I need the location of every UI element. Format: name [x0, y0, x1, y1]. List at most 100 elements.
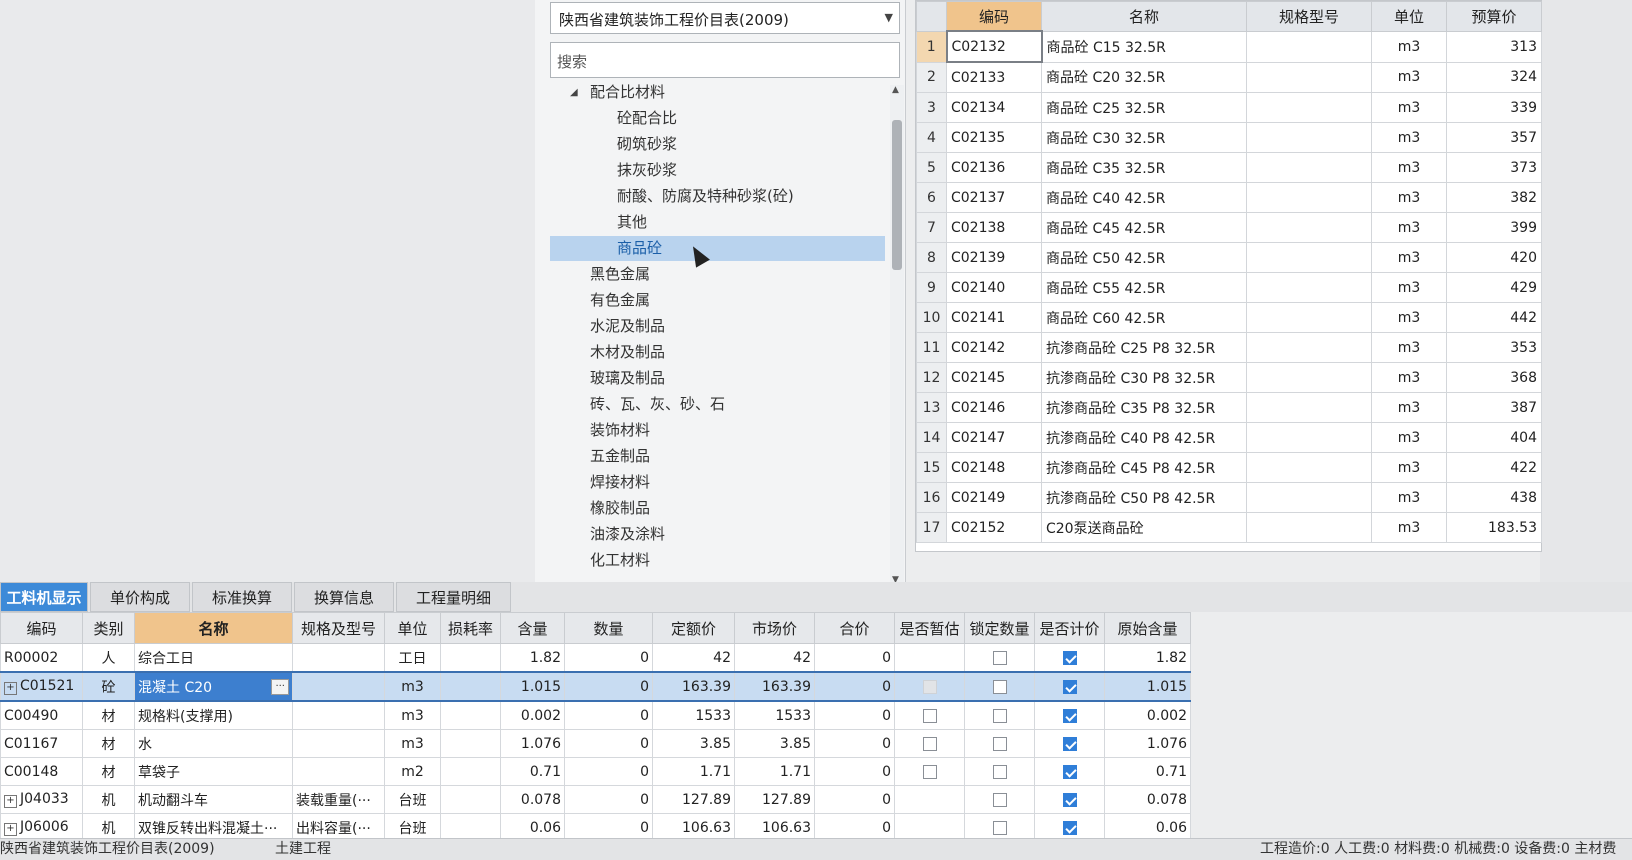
- orig-content-cell[interactable]: 1.82: [1104, 643, 1191, 673]
- row-number[interactable]: 14: [916, 422, 947, 453]
- expand-icon[interactable]: +: [4, 795, 17, 808]
- total-cell[interactable]: 0: [814, 785, 895, 814]
- library-select[interactable]: 陕西省建筑装饰工程价目表(2009) ▼: [550, 2, 900, 34]
- type-cell[interactable]: 人: [82, 643, 135, 673]
- resource-row[interactable]: + J04033 机 机动翻斗车 装载重量(··· 台班 0.078 0 127.89 127.8…: [0, 785, 1191, 814]
- qty-cell[interactable]: 0: [564, 671, 653, 702]
- row-number[interactable]: 1: [916, 30, 947, 63]
- qty-cell[interactable]: 0: [564, 785, 653, 814]
- chevron-down-icon[interactable]: ▼: [885, 11, 893, 24]
- unit-cell[interactable]: m3: [1371, 452, 1447, 483]
- unit-cell[interactable]: m3: [1371, 92, 1447, 123]
- lock-quantity-checkbox[interactable]: [992, 650, 1007, 665]
- price-table-row[interactable]: 5 C02136 商品砼 C35 32.5R m3 373: [916, 152, 1542, 183]
- lock-cell[interactable]: [964, 671, 1035, 702]
- name-cell[interactable]: 抗渗商品砼 C30 P8 32.5R: [1041, 362, 1247, 393]
- code-cell[interactable]: C02136: [946, 152, 1042, 183]
- name-cell[interactable]: 抗渗商品砼 C35 P8 32.5R: [1041, 392, 1247, 423]
- spec-cell[interactable]: [1246, 482, 1372, 513]
- tree-item-category[interactable]: 有色金属: [550, 288, 885, 313]
- tree-item-category[interactable]: 焊接材料: [550, 470, 885, 495]
- loss-cell[interactable]: [440, 671, 501, 702]
- quota-cell[interactable]: 42: [652, 643, 735, 673]
- row-number[interactable]: 2: [916, 61, 947, 93]
- quota-cell[interactable]: 1.71: [652, 757, 735, 786]
- col-header-unit[interactable]: 单位: [384, 612, 441, 644]
- name-cell[interactable]: 商品砼 C35 32.5R: [1041, 152, 1247, 183]
- code-cell[interactable]: R00002: [0, 643, 83, 673]
- unit-cell[interactable]: m3: [1371, 362, 1447, 393]
- estimate-cell[interactable]: [894, 729, 965, 758]
- tree-scrollbar[interactable]: ▲ ▼: [890, 85, 904, 585]
- total-cell[interactable]: 0: [814, 757, 895, 786]
- price-table-row[interactable]: 12 C02145 抗渗商品砼 C30 P8 32.5R m3 368: [916, 362, 1542, 393]
- scroll-up-icon[interactable]: ▲: [892, 85, 899, 95]
- code-cell[interactable]: C02149: [946, 482, 1042, 513]
- tree-item-category[interactable]: 玻璃及制品: [550, 366, 885, 391]
- code-cell[interactable]: + J04033: [0, 785, 83, 814]
- tree-item-child[interactable]: 商品砼: [550, 236, 885, 261]
- market-cell[interactable]: 1533: [734, 700, 815, 730]
- lock-cell[interactable]: [964, 643, 1035, 673]
- name-cell[interactable]: C20泵送商品砼: [1041, 512, 1247, 543]
- qty-cell[interactable]: 0: [564, 700, 653, 730]
- spec-cell[interactable]: [1246, 242, 1372, 273]
- spec-cell[interactable]: [1246, 212, 1372, 243]
- lock-quantity-checkbox[interactable]: [992, 792, 1007, 807]
- spec-cell[interactable]: [1246, 422, 1372, 453]
- code-cell[interactable]: C01167: [0, 729, 83, 758]
- spec-cell[interactable]: [1246, 92, 1372, 123]
- price-table-row[interactable]: 17 C02152 C20泵送商品砼 m3 183.53: [916, 512, 1542, 543]
- col-header-orig[interactable]: 原始含量: [1104, 612, 1191, 644]
- unit-cell[interactable]: m3: [1371, 512, 1447, 543]
- tree-item-child[interactable]: 砼配合比: [550, 106, 885, 131]
- price-cell[interactable]: 420: [1446, 242, 1542, 273]
- price-cell[interactable]: 438: [1446, 482, 1542, 513]
- row-number[interactable]: 7: [916, 212, 947, 243]
- code-cell[interactable]: C02133: [946, 61, 1042, 93]
- row-number[interactable]: 17: [916, 512, 947, 543]
- unit-cell[interactable]: m3: [1371, 152, 1447, 183]
- tree-item-child[interactable]: 砌筑砂浆: [550, 132, 885, 157]
- unit-cell[interactable]: m3: [1371, 422, 1447, 453]
- name-cell[interactable]: 商品砼 C30 32.5R: [1041, 122, 1247, 153]
- loss-cell[interactable]: [440, 785, 501, 814]
- qty-cell[interactable]: 0: [564, 757, 653, 786]
- estimate-checkbox[interactable]: [922, 736, 937, 751]
- price-table-row[interactable]: 15 C02148 抗渗商品砼 C45 P8 42.5R m3 422: [916, 452, 1542, 483]
- spec-cell[interactable]: [1246, 61, 1372, 93]
- code-cell[interactable]: C02132: [945, 30, 1043, 63]
- name-cell[interactable]: 商品砼 C20 32.5R: [1041, 61, 1247, 93]
- price-table-row[interactable]: 13 C02146 抗渗商品砼 C35 P8 32.5R m3 387: [916, 392, 1542, 423]
- code-cell[interactable]: C02148: [946, 452, 1042, 483]
- name-cell[interactable]: 商品砼 C25 32.5R: [1041, 92, 1247, 123]
- orig-content-cell[interactable]: 0.002: [1104, 700, 1191, 730]
- tree-item-category[interactable]: 装饰材料: [550, 418, 885, 443]
- expand-icon[interactable]: +: [4, 823, 17, 836]
- total-cell[interactable]: 0: [814, 729, 895, 758]
- tree-item-child[interactable]: 其他: [550, 210, 885, 235]
- tab-conversion-info[interactable]: 换算信息: [294, 582, 394, 612]
- estimate-cell[interactable]: [894, 700, 965, 730]
- row-number[interactable]: 6: [916, 182, 947, 213]
- price-cell[interactable]: 442: [1446, 302, 1542, 333]
- tree-item-category[interactable]: 黑色金属: [550, 262, 885, 287]
- spec-cell[interactable]: [1246, 122, 1372, 153]
- name-cell[interactable]: 商品砼 C50 42.5R: [1041, 242, 1247, 273]
- orig-content-cell[interactable]: 0.078: [1104, 785, 1191, 814]
- priced-cell[interactable]: [1034, 700, 1105, 730]
- tree-item-category[interactable]: 橡胶制品: [550, 496, 885, 521]
- row-number[interactable]: 15: [916, 452, 947, 483]
- code-cell[interactable]: C02147: [946, 422, 1042, 453]
- col-header-total[interactable]: 合价: [814, 612, 895, 644]
- tab-unit-price[interactable]: 单价构成: [90, 582, 190, 612]
- expand-icon[interactable]: +: [4, 682, 17, 695]
- priced-checkbox[interactable]: [1062, 736, 1077, 751]
- total-cell[interactable]: 0: [814, 643, 895, 673]
- name-cell[interactable]: 商品砼 C45 42.5R: [1041, 212, 1247, 243]
- quota-cell[interactable]: 1533: [652, 700, 735, 730]
- price-cell[interactable]: 313: [1446, 30, 1542, 63]
- row-number[interactable]: 12: [916, 362, 947, 393]
- tab-standard-conversion[interactable]: 标准换算: [192, 582, 292, 612]
- name-cell[interactable]: 抗渗商品砼 C25 P8 32.5R: [1041, 332, 1247, 363]
